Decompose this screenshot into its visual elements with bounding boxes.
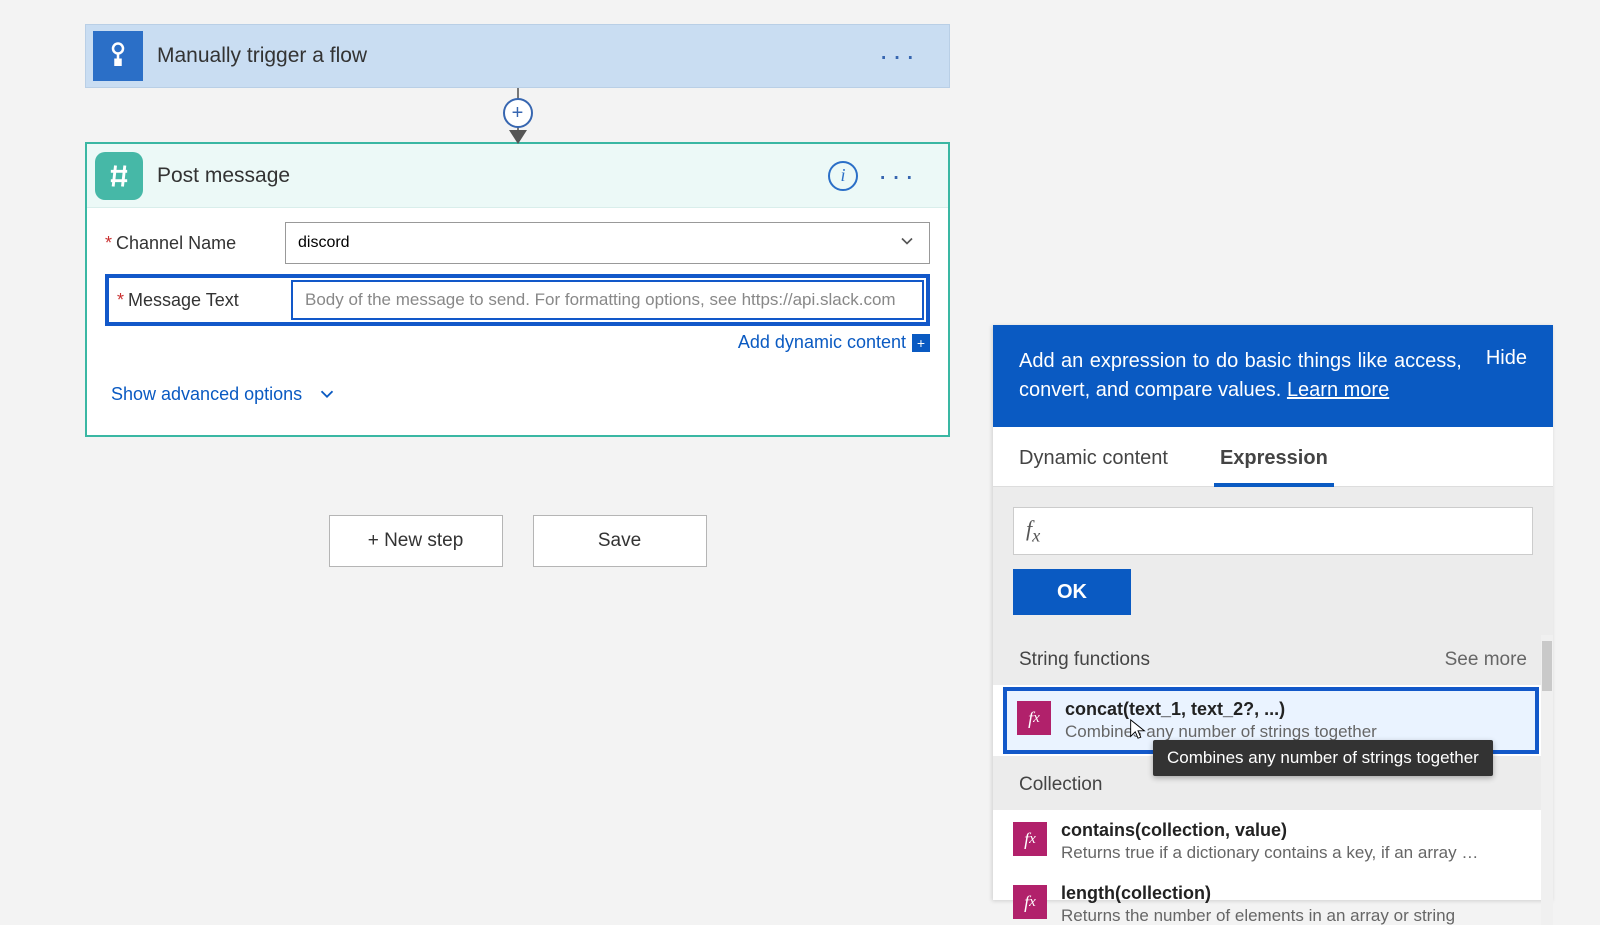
channel-name-label: *Channel Name bbox=[105, 233, 285, 254]
save-button[interactable]: Save bbox=[533, 515, 707, 567]
function-name: contains(collection, value) bbox=[1061, 820, 1481, 841]
new-step-button[interactable]: + New step bbox=[329, 515, 503, 567]
action-title: Post message bbox=[157, 164, 290, 188]
tooltip: Combines any number of strings together bbox=[1153, 740, 1493, 776]
fx-badge-icon: fx bbox=[1017, 701, 1051, 735]
action-header[interactable]: Post message i ··· bbox=[87, 144, 948, 208]
fx-badge-icon: fx bbox=[1013, 885, 1047, 919]
learn-more-link[interactable]: Learn more bbox=[1287, 379, 1389, 401]
dynamic-content-plus-icon: + bbox=[912, 334, 930, 352]
message-text-row: *Message Text Body of the message to sen… bbox=[105, 274, 930, 326]
panel-header: Add an expression to do basic things lik… bbox=[993, 325, 1553, 427]
scrollbar[interactable] bbox=[1541, 635, 1553, 925]
add-step-inline-icon[interactable]: + bbox=[503, 98, 533, 128]
action-ellipsis-icon[interactable]: ··· bbox=[878, 162, 918, 190]
channel-name-select[interactable]: discord bbox=[285, 222, 930, 264]
add-dynamic-content-link[interactable]: Add dynamic content+ bbox=[105, 332, 930, 353]
trigger-ellipsis-icon[interactable]: ··· bbox=[879, 42, 919, 70]
function-name: length(collection) bbox=[1061, 883, 1455, 904]
message-text-label: *Message Text bbox=[111, 290, 291, 311]
manual-trigger-icon bbox=[93, 31, 143, 81]
trigger-card[interactable]: Manually trigger a flow ··· bbox=[85, 24, 950, 88]
action-card: Post message i ··· *Channel Name discord bbox=[85, 142, 950, 437]
slack-hash-icon bbox=[95, 152, 143, 200]
function-desc: Returns the number of elements in an arr… bbox=[1061, 906, 1455, 925]
function-desc: Combines any number of strings together bbox=[1065, 722, 1377, 742]
tab-dynamic-content[interactable]: Dynamic content bbox=[993, 427, 1194, 486]
ok-button[interactable]: OK bbox=[1013, 569, 1131, 615]
arrow-down-icon bbox=[509, 130, 527, 144]
trigger-title: Manually trigger a flow bbox=[157, 44, 367, 68]
channel-name-value: discord bbox=[298, 234, 350, 252]
expression-panel: Add an expression to do basic things lik… bbox=[993, 325, 1553, 900]
show-advanced-options[interactable]: Show advanced options bbox=[111, 383, 930, 405]
info-icon[interactable]: i bbox=[828, 161, 858, 191]
cursor-icon bbox=[1127, 715, 1149, 743]
panel-description: Add an expression to do basic things lik… bbox=[1019, 350, 1462, 401]
fx-icon: fx bbox=[1026, 516, 1040, 546]
expression-input[interactable]: fx bbox=[1013, 507, 1533, 555]
function-length[interactable]: fx length(collection) Returns the number… bbox=[993, 873, 1553, 925]
connector: + bbox=[85, 88, 950, 142]
message-text-input[interactable]: Body of the message to send. For formatt… bbox=[291, 280, 924, 320]
see-more-string[interactable]: See more bbox=[1445, 649, 1527, 671]
tab-expression[interactable]: Expression bbox=[1194, 427, 1354, 486]
chevron-down-icon bbox=[316, 383, 338, 405]
section-string-functions: String functions See more bbox=[993, 635, 1553, 685]
section-title: String functions bbox=[1019, 649, 1150, 671]
channel-name-row: *Channel Name discord bbox=[105, 222, 930, 264]
hide-panel-button[interactable]: Hide bbox=[1486, 347, 1527, 405]
function-contains[interactable]: fx contains(collection, value) Returns t… bbox=[993, 810, 1553, 873]
chevron-down-icon bbox=[897, 231, 917, 256]
section-title: Collection bbox=[1019, 774, 1102, 796]
function-desc: Returns true if a dictionary contains a … bbox=[1061, 843, 1481, 863]
fx-badge-icon: fx bbox=[1013, 822, 1047, 856]
function-name: concat(text_1, text_2?, ...) bbox=[1065, 699, 1377, 720]
panel-tabs: Dynamic content Expression bbox=[993, 427, 1553, 487]
